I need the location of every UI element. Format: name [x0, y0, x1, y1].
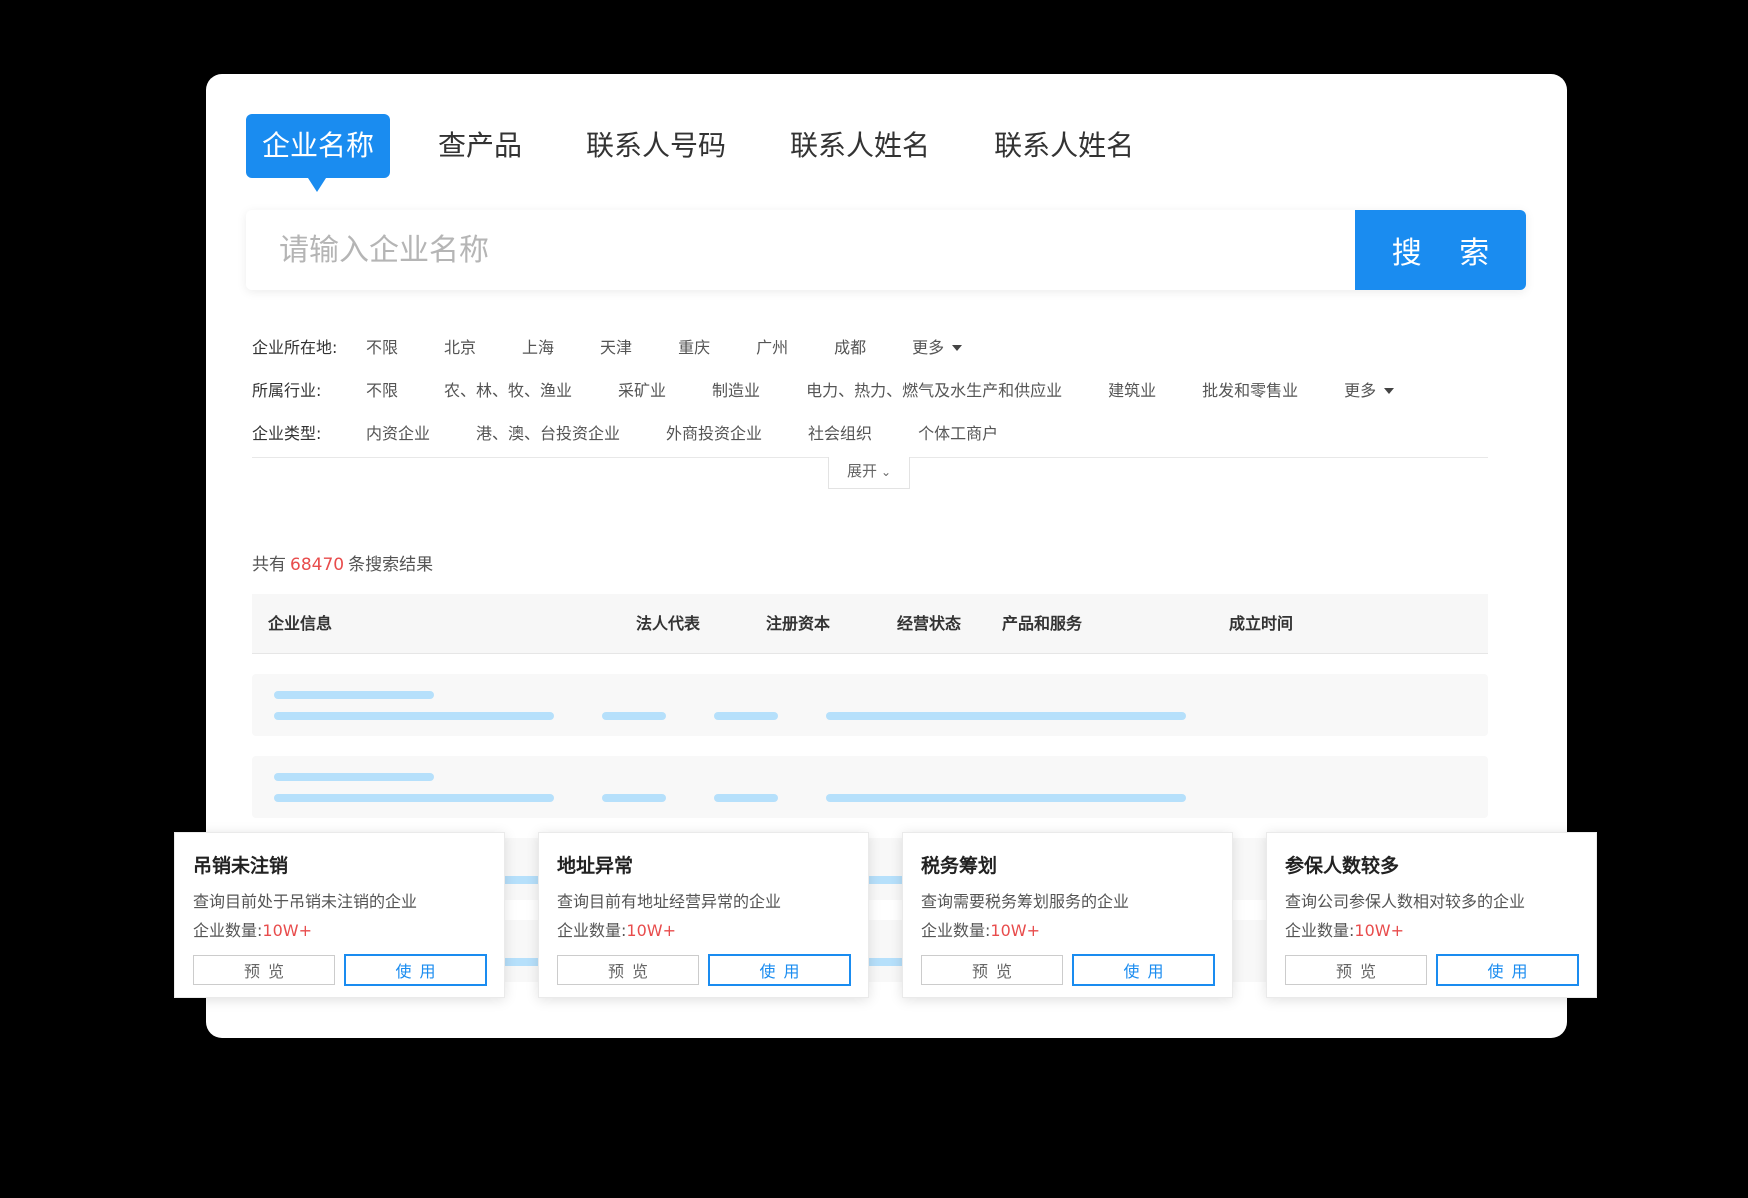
skeleton-bar [602, 712, 666, 720]
skeleton-bar [602, 794, 666, 802]
count-value: 10W+ [1354, 921, 1404, 940]
card-count: 企业数量:10W+ [1285, 917, 1404, 941]
filter-option[interactable]: 上海 [522, 334, 554, 358]
use-button[interactable]: 使用 [708, 954, 851, 986]
filter-option[interactable]: 外商投资企业 [666, 420, 762, 444]
filter-option[interactable]: 成都 [834, 334, 866, 358]
tab-contact-name[interactable]: 联系人姓名 [790, 114, 930, 178]
filter-option[interactable]: 北京 [444, 334, 476, 358]
count-label: 企业数量: [1285, 921, 1355, 940]
template-card-tax-planning: 税务筹划 查询需要税务筹划服务的企业 企业数量:10W+ 预览 使用 [902, 832, 1233, 998]
filter-option[interactable]: 广州 [756, 334, 788, 358]
card-count: 企业数量:10W+ [193, 917, 312, 941]
card-description: 查询公司参保人数相对较多的企业 [1285, 892, 1526, 911]
filter-option[interactable]: 制造业 [712, 377, 760, 401]
skeleton-bar [826, 794, 1186, 802]
more-label: 更多 [912, 337, 945, 357]
filter-row-industry: 所属行业: 不限 农、林、牧、渔业 采矿业 制造业 电力、热力、燃气及水生产和供… [252, 367, 1492, 410]
preview-button[interactable]: 预览 [921, 955, 1063, 985]
tab-contact-name-2[interactable]: 联系人姓名 [994, 114, 1134, 178]
card-description: 查询需要税务筹划服务的企业 [921, 892, 1130, 911]
skeleton-bar [274, 691, 434, 699]
caret-down-icon [1384, 388, 1395, 394]
filter-row-location: 企业所在地: 不限 北京 上海 天津 重庆 广州 成都 更多 [252, 324, 1492, 367]
card-description: 查询目前有地址经营异常的企业 [557, 892, 782, 911]
filter-option[interactable]: 天津 [600, 334, 632, 358]
more-label: 更多 [1344, 380, 1377, 400]
card-count: 企业数量:10W+ [557, 917, 676, 941]
preview-button[interactable]: 预览 [1285, 955, 1427, 985]
use-button[interactable]: 使用 [344, 954, 487, 986]
column-header: 产品和服务 [1002, 614, 1083, 633]
skeleton-bar [714, 794, 778, 802]
preview-button[interactable]: 预览 [557, 955, 699, 985]
count-value: 10W+ [990, 921, 1040, 940]
use-button[interactable]: 使用 [1072, 954, 1215, 986]
skeleton-bar [714, 712, 778, 720]
template-card-insured-many: 参保人数较多 查询公司参保人数相对较多的企业 企业数量:10W+ 预览 使用 [1266, 832, 1597, 998]
filters: 企业所在地: 不限 北京 上海 天津 重庆 广州 成都 更多 所属行业: 不限 … [252, 324, 1492, 453]
expand-button[interactable]: 展开 ⌄ [828, 457, 910, 489]
filter-option[interactable]: 批发和零售业 [1202, 377, 1298, 401]
filter-label: 企业所在地: [252, 337, 338, 357]
column-header: 企业信息 [268, 614, 333, 633]
filter-row-type: 企业类型: 内资企业 港、澳、台投资企业 外商投资企业 社会组织 个体工商户 [252, 410, 1492, 453]
table-row-placeholder [252, 756, 1488, 818]
search-bar: 搜 索 [246, 210, 1526, 290]
filter-option[interactable]: 采矿业 [618, 377, 666, 401]
table-row-placeholder [252, 674, 1488, 736]
count-label: 企业数量: [193, 921, 263, 940]
search-input[interactable] [246, 210, 1355, 290]
result-prefix: 共有 [252, 555, 286, 575]
search-tabs: 企业名称 查产品 联系人号码 联系人姓名 联系人姓名 [246, 114, 1198, 192]
skeleton-bar [274, 773, 434, 781]
card-title: 地址异常 [557, 855, 634, 877]
caret-down-icon [952, 345, 963, 351]
column-header: 成立时间 [1229, 614, 1294, 633]
filter-option[interactable]: 建筑业 [1108, 377, 1156, 401]
card-count: 企业数量:10W+ [921, 917, 1040, 941]
more-dropdown[interactable]: 更多 [912, 334, 963, 358]
column-header: 注册资本 [766, 614, 831, 633]
skeleton-bar [274, 712, 554, 720]
filter-option[interactable]: 社会组织 [808, 420, 872, 444]
preview-button[interactable]: 预览 [193, 955, 335, 985]
filter-option[interactable]: 重庆 [678, 334, 710, 358]
count-label: 企业数量: [921, 921, 991, 940]
filter-label: 企业类型: [252, 423, 322, 443]
search-button[interactable]: 搜 索 [1355, 210, 1526, 290]
template-card-address-abnormal: 地址异常 查询目前有地址经营异常的企业 企业数量:10W+ 预览 使用 [538, 832, 869, 998]
card-description: 查询目前处于吊销未注销的企业 [193, 892, 418, 911]
template-card-revoked: 吊销未注销 查询目前处于吊销未注销的企业 企业数量:10W+ 预览 使用 [174, 832, 505, 998]
count-value: 10W+ [626, 921, 676, 940]
filter-option[interactable]: 不限 [366, 377, 398, 401]
result-suffix: 条搜索结果 [348, 555, 434, 575]
tab-contact-phone[interactable]: 联系人号码 [586, 114, 726, 178]
count-label: 企业数量: [557, 921, 627, 940]
card-title: 参保人数较多 [1285, 855, 1400, 877]
column-header: 经营状态 [897, 614, 962, 633]
card-title: 税务筹划 [921, 855, 998, 877]
chevron-down-icon: ⌄ [880, 465, 892, 479]
filter-label: 所属行业: [252, 380, 322, 400]
count-value: 10W+ [262, 921, 312, 940]
skeleton-bar [826, 712, 1186, 720]
filter-option[interactable]: 个体工商户 [918, 420, 998, 444]
tab-company-name[interactable]: 企业名称 [246, 114, 391, 192]
result-count: 共有 68470 条搜索结果 [252, 550, 433, 575]
more-dropdown[interactable]: 更多 [1344, 377, 1395, 401]
result-number: 68470 [290, 555, 345, 575]
table-header: 企业信息 法人代表 注册资本 经营状态 产品和服务 成立时间 [252, 594, 1488, 654]
skeleton-bar [274, 794, 554, 802]
filter-option[interactable]: 港、澳、台投资企业 [476, 420, 620, 444]
tab-product[interactable]: 查产品 [438, 114, 522, 178]
column-header: 法人代表 [636, 614, 701, 633]
filter-option[interactable]: 不限 [366, 334, 398, 358]
expand-label: 展开 [846, 462, 877, 480]
card-title: 吊销未注销 [193, 855, 289, 877]
use-button[interactable]: 使用 [1436, 954, 1579, 986]
filter-option[interactable]: 农、林、牧、渔业 [444, 377, 572, 401]
filter-option[interactable]: 电力、热力、燃气及水生产和供应业 [806, 377, 1062, 401]
filter-option[interactable]: 内资企业 [366, 420, 430, 444]
